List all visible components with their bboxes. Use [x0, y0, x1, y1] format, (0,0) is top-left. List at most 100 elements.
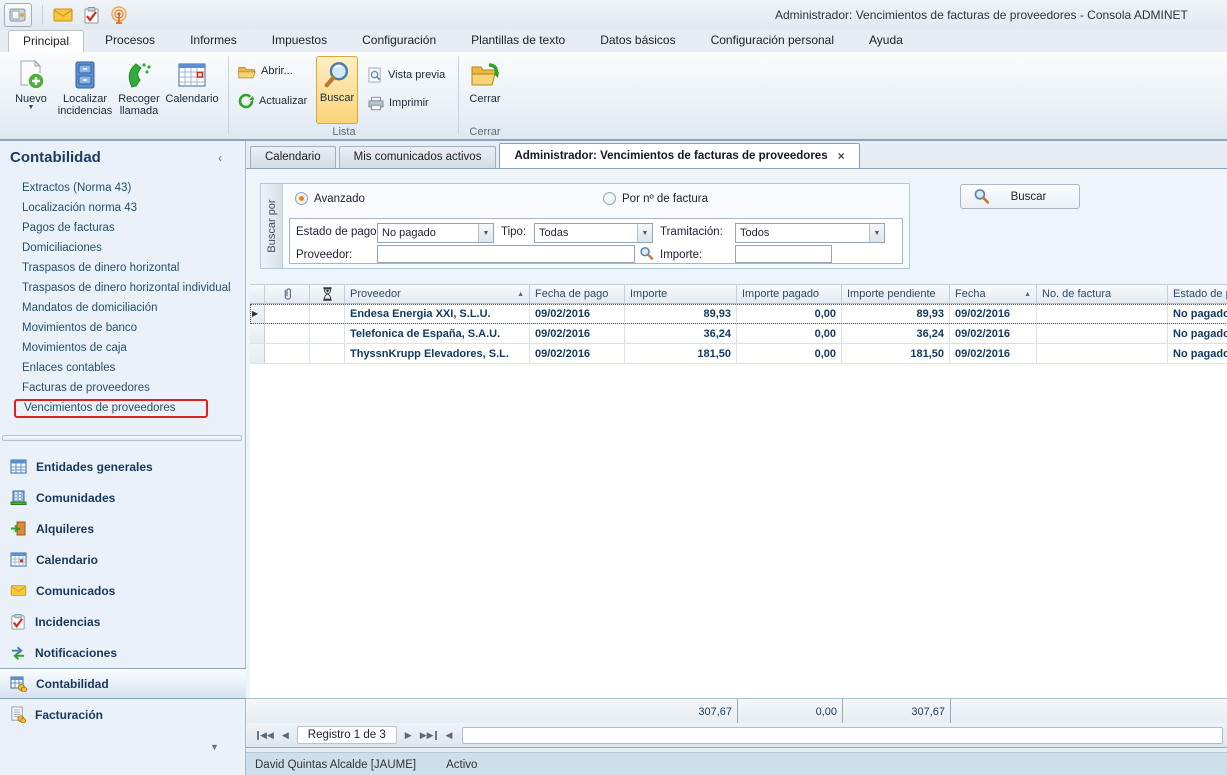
sidebar-item-movimientos-caja[interactable]: Movimientos de caja [0, 338, 246, 358]
section-notificaciones[interactable]: Notificaciones [0, 637, 246, 668]
title-bar: Administrador: Vencimientos de facturas … [0, 0, 1227, 30]
search-filter-panel: Buscar por Avanzado Por nº de factura [260, 183, 910, 269]
importe-input[interactable] [735, 245, 832, 263]
sort-asc-icon: ▲ [517, 291, 524, 298]
nuevo-dropdown-icon[interactable]: ▼ [28, 105, 35, 111]
sidebar-item-traspasos-horizontal[interactable]: Traspasos de dinero horizontal [0, 258, 246, 278]
section-calendario[interactable]: Calendario [0, 544, 246, 575]
next-record-button[interactable]: ▶ [405, 730, 412, 741]
incident-clipboard-icon[interactable] [83, 7, 100, 24]
sidebar-item-traspasos-horizontal-individual[interactable]: Traspasos de dinero horizontal individua… [0, 278, 246, 298]
proveedor-lookup-icon[interactable] [639, 246, 654, 261]
header-hourglass[interactable] [310, 284, 345, 304]
localizar-incidencias-button[interactable]: Localizar incidencias [58, 56, 112, 130]
table-row[interactable]: Telefonica de España, S.A.U. 09/02/2016 … [250, 324, 1227, 344]
dropdown-icon[interactable]: ▼ [478, 224, 493, 242]
dropdown-icon[interactable]: ▼ [637, 224, 652, 242]
recoger-llamada-button[interactable]: Recoger llamada [114, 56, 164, 130]
broadcast-icon[interactable] [110, 6, 128, 24]
section-facturacion[interactable]: Facturación [0, 699, 246, 730]
header-estado-de-pago[interactable]: Estado de pago [1168, 284, 1227, 304]
actualizar-button[interactable]: Actualizar [238, 90, 307, 112]
sidebar-collapse-icon[interactable]: ‹ [218, 151, 222, 165]
sidebar-item-movimientos-banco[interactable]: Movimientos de banco [0, 318, 246, 338]
sidebar-item-localizacion-norma-43[interactable]: Localización norma 43 [0, 198, 246, 218]
phone-device-button[interactable] [4, 3, 32, 27]
tab-configuracion-personal[interactable]: Configuración personal [697, 30, 848, 52]
section-entidades-generales[interactable]: Entidades generales [0, 451, 246, 482]
estado-de-pago-select[interactable]: No pagado ▼ [377, 223, 494, 243]
tab-configuracion[interactable]: Configuración [348, 30, 450, 52]
buscar-por-tab[interactable]: Buscar por [261, 184, 283, 268]
sidebar-item-mandatos-domiciliacion[interactable]: Mandatos de domiciliación [0, 298, 246, 318]
sidebar-item-facturas-proveedores[interactable]: Facturas de proveedores [0, 378, 246, 398]
section-comunicados[interactable]: Comunicados [0, 575, 246, 606]
tab-procesos[interactable]: Procesos [91, 30, 169, 52]
tab-informes[interactable]: Informes [176, 30, 251, 52]
previous-record-button[interactable]: ◀ [282, 730, 289, 741]
proveedor-label: Proveedor: [296, 249, 352, 261]
tab-principal[interactable]: Principal [8, 30, 84, 52]
imprimir-button[interactable]: Imprimir [368, 92, 429, 114]
sidebar-splitter[interactable] [2, 435, 242, 441]
header-proveedor[interactable]: Proveedor ▲ [345, 284, 530, 304]
tab-datos-basicos[interactable]: Datos básicos [586, 30, 689, 52]
tab-ayuda[interactable]: Ayuda [855, 30, 917, 52]
record-counter: Registro 1 de 3 [297, 726, 397, 744]
header-importe[interactable]: Importe [625, 284, 737, 304]
doctab-mis-comunicados[interactable]: Mis comunicados activos [339, 146, 497, 168]
tipo-select[interactable]: Todas ▼ [534, 223, 653, 243]
mail-icon[interactable] [53, 7, 73, 23]
buscar-ribbon-button[interactable]: Buscar [316, 56, 358, 124]
estado-de-pago-label: Estado de pago: [296, 226, 380, 238]
file-cabinet-icon [69, 59, 101, 91]
radio-avanzado[interactable]: Avanzado [295, 192, 365, 205]
header-fecha-de-pago[interactable]: Fecha de pago [530, 284, 625, 304]
buscar-button[interactable]: Buscar [960, 184, 1080, 209]
header-importe-pendiente[interactable]: Importe pendiente [842, 284, 950, 304]
refresh-icon [238, 93, 254, 109]
doctab-vencimientos[interactable]: Administrador: Vencimientos de facturas … [499, 143, 859, 168]
tab-impuestos[interactable]: Impuestos [258, 30, 341, 52]
last-record-button[interactable]: ▶▶ [420, 730, 438, 741]
section-contabilidad[interactable]: Contabilidad [0, 668, 246, 699]
table-row[interactable]: ThyssnKrupp Elevadores, S.L. 09/02/2016 … [250, 344, 1227, 364]
tab-plantillas-de-texto[interactable]: Plantillas de texto [457, 30, 579, 52]
sidebar-overflow-icon[interactable]: ▼ [210, 742, 219, 752]
calendario-button[interactable]: Calendario [162, 56, 222, 130]
sidebar-item-pagos-de-facturas[interactable]: Pagos de facturas [0, 218, 246, 238]
header-fecha[interactable]: Fecha ▲ [950, 284, 1037, 304]
horizontal-scrollbar[interactable] [462, 727, 1223, 744]
hourglass-icon [322, 287, 333, 301]
cerrar-button[interactable]: Cerrar [462, 56, 508, 130]
proveedor-input[interactable] [377, 245, 635, 263]
group-separator [228, 56, 229, 134]
printer-icon [368, 96, 384, 111]
close-tab-icon[interactable]: × [838, 144, 845, 168]
vista-previa-button[interactable]: Vista previa [368, 64, 445, 86]
content-area: Contabilidad ‹ Extractos (Norma 43) Loca… [0, 141, 1227, 775]
doctab-calendario[interactable]: Calendario [250, 146, 336, 168]
scroll-left-button[interactable]: ◀ [446, 730, 453, 741]
section-alquileres[interactable]: Alquileres [0, 513, 246, 544]
first-record-button[interactable]: ◀◀ [256, 730, 274, 741]
dropdown-icon[interactable]: ▼ [869, 224, 884, 242]
section-comunidades[interactable]: Comunidades [0, 482, 246, 513]
nuevo-button[interactable]: Nuevo ▼ [6, 56, 56, 130]
abrir-button[interactable]: Abrir... [238, 60, 293, 82]
header-no-de-factura[interactable]: No. de factura [1037, 284, 1168, 304]
sidebar-item-extractos[interactable]: Extractos (Norma 43) [0, 178, 246, 198]
section-incidencias[interactable]: Incidencias [0, 606, 246, 637]
status-bar: David Quintas Alcalde [JAUME] Activo [246, 753, 1227, 775]
close-folder-icon [469, 59, 501, 91]
sidebar-item-domiciliaciones[interactable]: Domiciliaciones [0, 238, 246, 258]
header-importe-pagado[interactable]: Importe pagado [737, 284, 842, 304]
sidebar-item-enlaces-contables[interactable]: Enlaces contables [0, 358, 246, 378]
preview-icon [368, 67, 383, 83]
grid-header-row: Proveedor ▲ Fecha de pago Importe Import… [250, 284, 1227, 304]
table-row[interactable]: ▶ Endesa Energia XXI, S.L.U. 09/02/2016 … [250, 304, 1227, 324]
radio-por-numero-factura[interactable]: Por nº de factura [603, 192, 708, 205]
sidebar-item-vencimientos-proveedores[interactable]: Vencimientos de proveedores [0, 398, 246, 418]
header-attachment[interactable] [265, 284, 310, 304]
tramitacion-select[interactable]: Todos ▼ [735, 223, 885, 243]
